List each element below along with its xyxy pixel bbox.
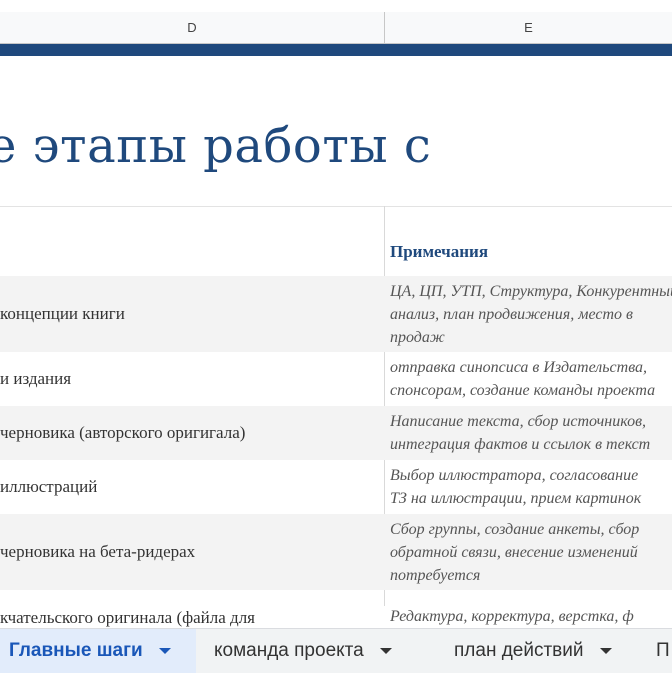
tab-label: команда проекта: [214, 640, 364, 661]
note-cell[interactable]: Редактура, корректура, верстка, ф: [390, 590, 672, 628]
notes-header[interactable]: Примечания: [390, 242, 488, 262]
title-accent-bar: [0, 44, 672, 56]
step-cell[interactable]: и издания: [0, 352, 384, 406]
table-row[interactable]: и издания отправка синопсиса в Издательс…: [0, 352, 672, 406]
sheet-tab-bar: Главные шаги команда проекта план действ…: [0, 628, 672, 673]
column-header-e[interactable]: E: [385, 12, 672, 43]
note-cell[interactable]: отправка синопсиса в Издательства, спонс…: [390, 352, 672, 406]
note-cell[interactable]: ЦА, ЦП, УТП, Структура, Конкурентный ана…: [390, 276, 672, 352]
step-cell[interactable]: черновика на бета-ридерах: [0, 514, 384, 590]
tab-label: П: [656, 640, 670, 661]
table-row[interactable]: иллюстраций Выбор иллюстратора, согласов…: [0, 460, 672, 514]
table-row[interactable]: концепции книги ЦА, ЦП, УТП, Структура, …: [0, 276, 672, 352]
chevron-down-icon[interactable]: [379, 648, 392, 654]
step-cell[interactable]: концепции книги: [0, 276, 384, 352]
sheet-tab-project-team[interactable]: команда проекта: [200, 629, 426, 673]
step-cell[interactable]: иллюстраций: [0, 460, 384, 514]
column-header-bar: D E: [0, 12, 672, 44]
sheet-tab-action-plan[interactable]: план действий: [440, 629, 636, 673]
note-cell[interactable]: Сбор группы, создание анкеты, сбор обрат…: [390, 514, 672, 590]
sheet-tab-partial[interactable]: П: [644, 629, 672, 673]
tab-label: Главные шаги: [9, 640, 143, 661]
tab-label: план действий: [454, 640, 584, 661]
divider: [0, 206, 672, 207]
step-cell[interactable]: кчательского оригинала (файла для: [0, 590, 384, 628]
sheet-title[interactable]: е этапы работы с: [0, 118, 431, 174]
chevron-down-icon[interactable]: [599, 648, 612, 654]
table-row[interactable]: черновика (авторского оригигала) Написан…: [0, 406, 672, 460]
note-cell[interactable]: Написание текста, сбор источников, интег…: [390, 406, 672, 460]
step-cell[interactable]: черновика (авторского оригигала): [0, 406, 384, 460]
table-row[interactable]: черновика на бета-ридерах Сбор группы, с…: [0, 514, 672, 590]
sheet-tab-main-steps[interactable]: Главные шаги: [0, 629, 196, 673]
note-cell[interactable]: Выбор иллюстратора, согласование ТЗ на и…: [390, 460, 672, 514]
chevron-down-icon[interactable]: [158, 648, 171, 654]
table-row[interactable]: кчательского оригинала (файла для Редакт…: [0, 590, 672, 628]
column-header-d[interactable]: D: [0, 12, 385, 43]
